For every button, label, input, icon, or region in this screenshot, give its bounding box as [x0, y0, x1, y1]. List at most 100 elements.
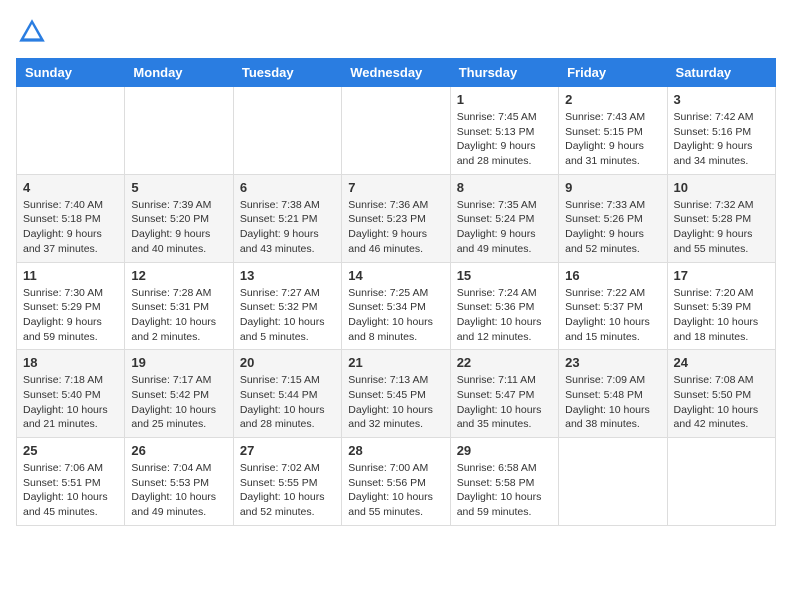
calendar-cell: 27 Sunrise: 7:02 AMSunset: 5:55 PMDayligh…: [233, 438, 341, 526]
day-info: Sunrise: 7:27 AMSunset: 5:32 PMDaylight:…: [240, 286, 335, 345]
logo-icon: [16, 16, 48, 48]
calendar-cell: 25 Sunrise: 7:06 AMSunset: 5:51 PMDayligh…: [17, 438, 125, 526]
weekday-friday: Friday: [559, 59, 667, 87]
day-info: Sunrise: 7:35 AMSunset: 5:24 PMDaylight:…: [457, 198, 552, 257]
day-number: 14: [348, 268, 443, 283]
calendar-cell: 4 Sunrise: 7:40 AMSunset: 5:18 PMDaylight…: [17, 174, 125, 262]
day-info: Sunrise: 7:36 AMSunset: 5:23 PMDaylight:…: [348, 198, 443, 257]
day-number: 12: [131, 268, 226, 283]
day-info: Sunrise: 7:30 AMSunset: 5:29 PMDaylight:…: [23, 286, 118, 345]
day-info: Sunrise: 7:08 AMSunset: 5:50 PMDaylight:…: [674, 373, 769, 432]
calendar-cell: 17Sunrise: 7:20 AMSunset: 5:39 PMDayligh…: [667, 262, 775, 350]
calendar-cell: 11 Sunrise: 7:30 AMSunset: 5:29 PMDayligh…: [17, 262, 125, 350]
week-row-4: 18Sunrise: 7:18 AMSunset: 5:40 PMDayligh…: [17, 350, 776, 438]
calendar-cell: 8 Sunrise: 7:35 AMSunset: 5:24 PMDaylight…: [450, 174, 558, 262]
day-number: 10: [674, 180, 769, 195]
day-info: Sunrise: 7:20 AMSunset: 5:39 PMDaylight:…: [674, 286, 769, 345]
day-info: Sunrise: 7:02 AMSunset: 5:55 PMDaylight:…: [240, 461, 335, 520]
day-info: Sunrise: 7:22 AMSunset: 5:37 PMDaylight:…: [565, 286, 660, 345]
calendar-cell: 14 Sunrise: 7:25 AMSunset: 5:34 PMDayligh…: [342, 262, 450, 350]
calendar-cell: 1 Sunrise: 7:45 AMSunset: 5:13 PMDaylight…: [450, 87, 558, 175]
week-row-3: 11 Sunrise: 7:30 AMSunset: 5:29 PMDayligh…: [17, 262, 776, 350]
day-number: 27: [240, 443, 335, 458]
day-number: 20: [240, 355, 335, 370]
day-info: Sunrise: 7:42 AMSunset: 5:16 PMDaylight:…: [674, 110, 769, 169]
day-number: 21: [348, 355, 443, 370]
page-header: [16, 16, 776, 48]
day-info: Sunrise: 7:32 AMSunset: 5:28 PMDaylight:…: [674, 198, 769, 257]
day-info: Sunrise: 7:43 AMSunset: 5:15 PMDaylight:…: [565, 110, 660, 169]
day-info: Sunrise: 7:06 AMSunset: 5:51 PMDaylight:…: [23, 461, 118, 520]
day-info: Sunrise: 7:24 AMSunset: 5:36 PMDaylight:…: [457, 286, 552, 345]
calendar-cell: 12Sunrise: 7:28 AMSunset: 5:31 PMDayligh…: [125, 262, 233, 350]
day-number: 5: [131, 180, 226, 195]
day-number: 2: [565, 92, 660, 107]
day-number: 26: [131, 443, 226, 458]
calendar-cell: 2 Sunrise: 7:43 AMSunset: 5:15 PMDaylight…: [559, 87, 667, 175]
day-info: Sunrise: 7:25 AMSunset: 5:34 PMDaylight:…: [348, 286, 443, 345]
calendar-cell: 3 Sunrise: 7:42 AMSunset: 5:16 PMDaylight…: [667, 87, 775, 175]
day-info: Sunrise: 7:38 AMSunset: 5:21 PMDaylight:…: [240, 198, 335, 257]
calendar-table: SundayMondayTuesdayWednesdayThursdayFrid…: [16, 58, 776, 526]
calendar-cell: 23 Sunrise: 7:09 AMSunset: 5:48 PMDayligh…: [559, 350, 667, 438]
logo: [16, 16, 52, 48]
calendar-cell: 9 Sunrise: 7:33 AMSunset: 5:26 PMDaylight…: [559, 174, 667, 262]
day-info: Sunrise: 7:40 AMSunset: 5:18 PMDaylight:…: [23, 198, 118, 257]
day-number: 13: [240, 268, 335, 283]
day-info: Sunrise: 7:11 AMSunset: 5:47 PMDaylight:…: [457, 373, 552, 432]
calendar-cell: 29 Sunrise: 6:58 AMSunset: 5:58 PMDayligh…: [450, 438, 558, 526]
calendar-cell: 16 Sunrise: 7:22 AMSunset: 5:37 PMDayligh…: [559, 262, 667, 350]
day-number: 7: [348, 180, 443, 195]
calendar-cell: 24 Sunrise: 7:08 AMSunset: 5:50 PMDayligh…: [667, 350, 775, 438]
weekday-header-row: SundayMondayTuesdayWednesdayThursdayFrid…: [17, 59, 776, 87]
day-info: Sunrise: 7:17 AMSunset: 5:42 PMDaylight:…: [131, 373, 226, 432]
calendar-cell: [559, 438, 667, 526]
day-info: Sunrise: 7:09 AMSunset: 5:48 PMDaylight:…: [565, 373, 660, 432]
day-info: Sunrise: 7:45 AMSunset: 5:13 PMDaylight:…: [457, 110, 552, 169]
calendar-cell: 28Sunrise: 7:00 AMSunset: 5:56 PMDayligh…: [342, 438, 450, 526]
day-number: 4: [23, 180, 118, 195]
calendar-cell: 10 Sunrise: 7:32 AMSunset: 5:28 PMDayligh…: [667, 174, 775, 262]
day-info: Sunrise: 7:18 AMSunset: 5:40 PMDaylight:…: [23, 373, 118, 432]
day-number: 25: [23, 443, 118, 458]
day-number: 16: [565, 268, 660, 283]
day-info: Sunrise: 7:00 AMSunset: 5:56 PMDaylight:…: [348, 461, 443, 520]
calendar-cell: 15 Sunrise: 7:24 AMSunset: 5:36 PMDayligh…: [450, 262, 558, 350]
day-number: 19: [131, 355, 226, 370]
day-number: 9: [565, 180, 660, 195]
calendar-cell: 26 Sunrise: 7:04 AMSunset: 5:53 PMDayligh…: [125, 438, 233, 526]
day-number: 24: [674, 355, 769, 370]
day-info: Sunrise: 7:15 AMSunset: 5:44 PMDaylight:…: [240, 373, 335, 432]
calendar-cell: 6 Sunrise: 7:38 AMSunset: 5:21 PMDaylight…: [233, 174, 341, 262]
calendar-cell: 7 Sunrise: 7:36 AMSunset: 5:23 PMDaylight…: [342, 174, 450, 262]
weekday-monday: Monday: [125, 59, 233, 87]
weekday-saturday: Saturday: [667, 59, 775, 87]
day-number: 22: [457, 355, 552, 370]
calendar-cell: 18Sunrise: 7:18 AMSunset: 5:40 PMDayligh…: [17, 350, 125, 438]
day-number: 6: [240, 180, 335, 195]
calendar-cell: [667, 438, 775, 526]
day-info: Sunrise: 7:33 AMSunset: 5:26 PMDaylight:…: [565, 198, 660, 257]
calendar-cell: 5 Sunrise: 7:39 AMSunset: 5:20 PMDaylight…: [125, 174, 233, 262]
day-number: 3: [674, 92, 769, 107]
day-number: 23: [565, 355, 660, 370]
calendar-cell: [233, 87, 341, 175]
day-number: 11: [23, 268, 118, 283]
weekday-wednesday: Wednesday: [342, 59, 450, 87]
calendar-cell: 19 Sunrise: 7:17 AMSunset: 5:42 PMDayligh…: [125, 350, 233, 438]
day-number: 29: [457, 443, 552, 458]
weekday-thursday: Thursday: [450, 59, 558, 87]
week-row-2: 4 Sunrise: 7:40 AMSunset: 5:18 PMDaylight…: [17, 174, 776, 262]
week-row-1: 1 Sunrise: 7:45 AMSunset: 5:13 PMDaylight…: [17, 87, 776, 175]
calendar-cell: [342, 87, 450, 175]
calendar-cell: [17, 87, 125, 175]
week-row-5: 25 Sunrise: 7:06 AMSunset: 5:51 PMDayligh…: [17, 438, 776, 526]
day-number: 8: [457, 180, 552, 195]
day-info: Sunrise: 7:39 AMSunset: 5:20 PMDaylight:…: [131, 198, 226, 257]
calendar-cell: 20 Sunrise: 7:15 AMSunset: 5:44 PMDayligh…: [233, 350, 341, 438]
day-info: Sunrise: 6:58 AMSunset: 5:58 PMDaylight:…: [457, 461, 552, 520]
day-info: Sunrise: 7:04 AMSunset: 5:53 PMDaylight:…: [131, 461, 226, 520]
day-number: 15: [457, 268, 552, 283]
day-number: 1: [457, 92, 552, 107]
day-info: Sunrise: 7:13 AMSunset: 5:45 PMDaylight:…: [348, 373, 443, 432]
